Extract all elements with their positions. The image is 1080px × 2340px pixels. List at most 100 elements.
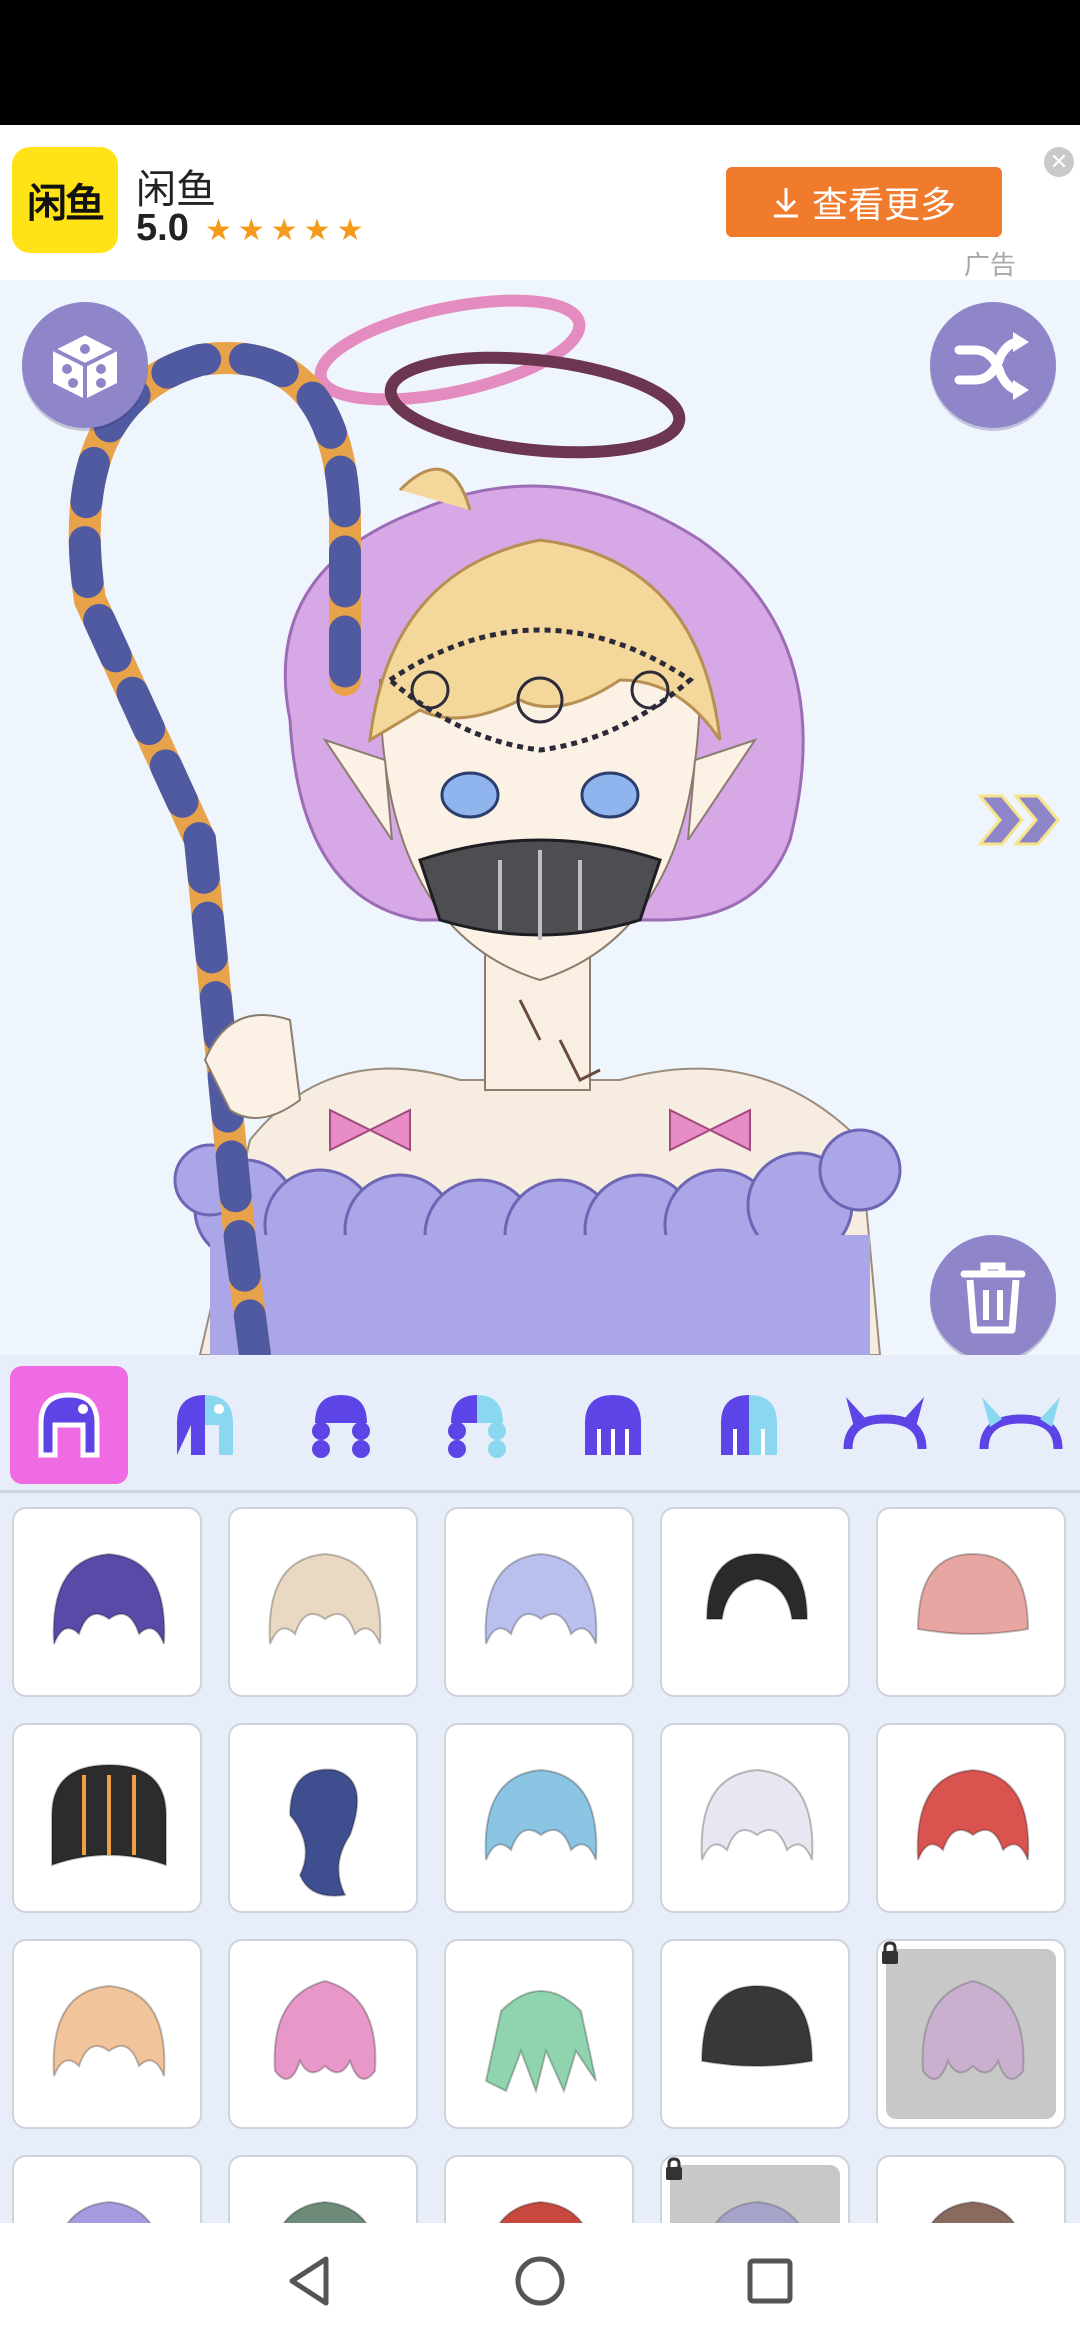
tab-horns[interactable] bbox=[826, 1366, 944, 1484]
hair-thumbnail bbox=[66, 2200, 152, 2223]
random-dice-button[interactable] bbox=[22, 302, 148, 428]
hair-shape bbox=[66, 2200, 152, 2223]
shuffle-icon bbox=[954, 332, 1029, 400]
category-tab-bar bbox=[0, 1355, 1080, 1493]
shuffle-button[interactable] bbox=[930, 302, 1056, 428]
hair-item[interactable] bbox=[660, 1507, 850, 1697]
hair-item[interactable] bbox=[12, 1507, 202, 1697]
hair-shape bbox=[700, 1768, 814, 1861]
hair-shape bbox=[700, 1984, 814, 2067]
hair-thumbnail bbox=[52, 1984, 166, 2077]
system-nav-bar bbox=[0, 2223, 1080, 2340]
hair-shape bbox=[921, 1979, 1025, 2080]
hair-item[interactable] bbox=[876, 2155, 1066, 2223]
hair-thumbnail bbox=[498, 2200, 584, 2223]
hair-item[interactable] bbox=[228, 2155, 418, 2223]
ad-close-icon[interactable]: ✕ bbox=[1044, 147, 1074, 177]
home-circle-icon[interactable] bbox=[512, 2253, 568, 2309]
hair-thumbnail bbox=[268, 1552, 382, 1645]
horns-icon bbox=[843, 1397, 927, 1450]
hair-shape bbox=[916, 1768, 1030, 1861]
hair-shape bbox=[273, 1979, 377, 2080]
dice-icon bbox=[48, 330, 122, 399]
hair-shape bbox=[282, 2200, 368, 2223]
horns-alt-icon bbox=[979, 1397, 1063, 1450]
hair-braids-icon bbox=[312, 1395, 370, 1458]
hair-item[interactable] bbox=[876, 1723, 1066, 1913]
hair-thumbnail bbox=[700, 1768, 814, 1861]
hair-shape bbox=[484, 1552, 598, 1645]
hair-item[interactable] bbox=[660, 1723, 850, 1913]
hair-item[interactable] bbox=[228, 1507, 418, 1697]
character-canvas[interactable] bbox=[0, 280, 1080, 1355]
hair-full-icon bbox=[38, 1392, 100, 1458]
hair-item[interactable] bbox=[12, 1723, 202, 1913]
next-page-icon[interactable] bbox=[976, 790, 1066, 850]
lock-icon bbox=[666, 2157, 682, 2180]
hair-item[interactable] bbox=[660, 1939, 850, 2129]
ad-cta-label: 查看更多 bbox=[811, 184, 956, 225]
hair-thumbnail bbox=[714, 2200, 800, 2223]
hair-thumbnail bbox=[288, 1768, 359, 1897]
lock-icon bbox=[882, 1941, 898, 1964]
hair-thumbnail bbox=[273, 1979, 377, 2080]
hair-item[interactable] bbox=[12, 1939, 202, 2129]
hair-item[interactable] bbox=[12, 2155, 202, 2223]
back-triangle-icon[interactable] bbox=[282, 2253, 338, 2309]
hair-thumbnail bbox=[484, 1768, 598, 1861]
hair-long-alt-icon bbox=[721, 1395, 777, 1455]
hair-shape bbox=[930, 2200, 1016, 2223]
hair-item[interactable] bbox=[228, 1939, 418, 2129]
hair-item[interactable] bbox=[228, 1723, 418, 1913]
hair-thumbnail bbox=[930, 2200, 1016, 2223]
hair-shape bbox=[52, 1984, 166, 2077]
hair-thumbnail bbox=[52, 1552, 166, 1645]
hair-braids-alt-icon bbox=[448, 1395, 506, 1458]
hair-thumbnail bbox=[484, 1990, 597, 2095]
ad-banner[interactable]: 闲鱼 闲鱼 5.0 ★★★★★ 查看更多 ✕ 广告 bbox=[0, 125, 1080, 280]
status-bar bbox=[0, 0, 1080, 125]
hair-full-alt-icon bbox=[177, 1395, 233, 1455]
ad-cta-button[interactable]: 查看更多 bbox=[726, 167, 1002, 237]
hair-thumbnail bbox=[700, 1984, 814, 2067]
ad-label: 广告 bbox=[964, 250, 1017, 280]
hair-thumbnail bbox=[921, 1979, 1025, 2080]
trash-icon bbox=[960, 1262, 1026, 1334]
tab-hair-full-alt[interactable] bbox=[146, 1366, 264, 1484]
ad-rating-stars: ★★★★★ bbox=[205, 214, 370, 247]
hair-shape bbox=[714, 2200, 800, 2223]
hair-shape bbox=[484, 1990, 597, 2095]
hair-thumbnail bbox=[916, 1552, 1030, 1635]
hair-item[interactable] bbox=[444, 1723, 634, 1913]
character-illustration bbox=[68, 294, 902, 1355]
hair-shape bbox=[484, 1768, 598, 1861]
locked-hair-item[interactable] bbox=[876, 1939, 1066, 2129]
hair-item[interactable] bbox=[876, 1507, 1066, 1697]
tab-hair-long[interactable] bbox=[554, 1366, 672, 1484]
hair-thumbnail bbox=[282, 2200, 368, 2223]
ad-app-logo[interactable]: 闲鱼 bbox=[12, 147, 118, 253]
hair-item[interactable] bbox=[444, 1507, 634, 1697]
ad-rating: 5.0 bbox=[136, 207, 189, 249]
hair-thumbnail bbox=[705, 1552, 809, 1620]
hair-item[interactable] bbox=[444, 1939, 634, 2129]
locked-hair-item[interactable] bbox=[660, 2155, 850, 2223]
hair-thumbnail bbox=[916, 1768, 1030, 1861]
recents-square-icon[interactable] bbox=[742, 2253, 798, 2309]
hair-shape bbox=[916, 1552, 1030, 1635]
tab-horns-alt[interactable] bbox=[962, 1366, 1080, 1484]
hair-shape bbox=[705, 1552, 809, 1620]
item-grid bbox=[0, 1493, 1080, 2223]
hair-long-icon bbox=[585, 1395, 641, 1455]
tab-hair-long-alt[interactable] bbox=[690, 1366, 808, 1484]
hair-shape bbox=[52, 1552, 166, 1645]
hair-shape bbox=[268, 1552, 382, 1645]
hair-item[interactable] bbox=[444, 2155, 634, 2223]
hair-thumbnail bbox=[51, 1763, 167, 1867]
hair-thumbnail bbox=[484, 1552, 598, 1645]
tab-hair-full[interactable] bbox=[10, 1366, 128, 1484]
delete-button[interactable] bbox=[930, 1235, 1056, 1355]
hair-shape bbox=[498, 2200, 584, 2223]
tab-hair-braids[interactable] bbox=[282, 1366, 400, 1484]
tab-hair-braids-alt[interactable] bbox=[418, 1366, 536, 1484]
